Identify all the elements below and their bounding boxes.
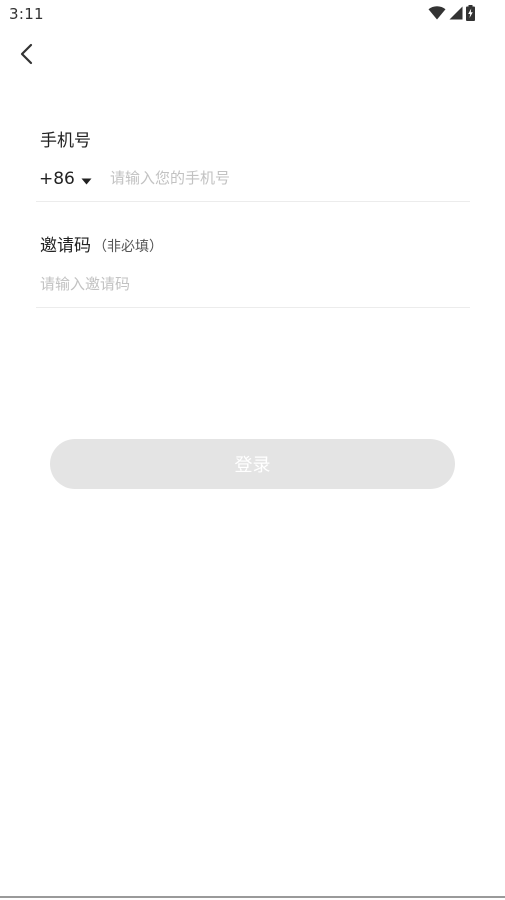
login-button[interactable]: 登录 xyxy=(50,439,455,489)
wifi-icon xyxy=(428,6,446,20)
invite-code-input[interactable] xyxy=(40,273,465,295)
phone-divider xyxy=(36,201,470,202)
chevron-left-icon xyxy=(14,43,42,72)
invite-optional-note: （非必填） xyxy=(93,239,163,255)
status-bar: 3:11 xyxy=(0,0,505,28)
signal-icon xyxy=(449,6,463,20)
back-button[interactable] xyxy=(14,40,42,68)
phone-label: 手机号 xyxy=(40,131,91,151)
status-icons xyxy=(428,5,475,21)
status-time: 3:11 xyxy=(9,5,44,23)
country-code-selector[interactable]: +86 xyxy=(39,168,92,190)
invite-divider xyxy=(36,307,470,308)
battery-icon xyxy=(466,5,475,21)
caret-down-icon xyxy=(81,170,92,189)
country-code-text: +86 xyxy=(39,169,75,189)
navigation-bar-line xyxy=(0,896,505,898)
invite-label-group: 邀请码 （非必填） xyxy=(40,231,163,256)
phone-input[interactable] xyxy=(110,167,465,189)
invite-label: 邀请码 xyxy=(40,236,91,256)
